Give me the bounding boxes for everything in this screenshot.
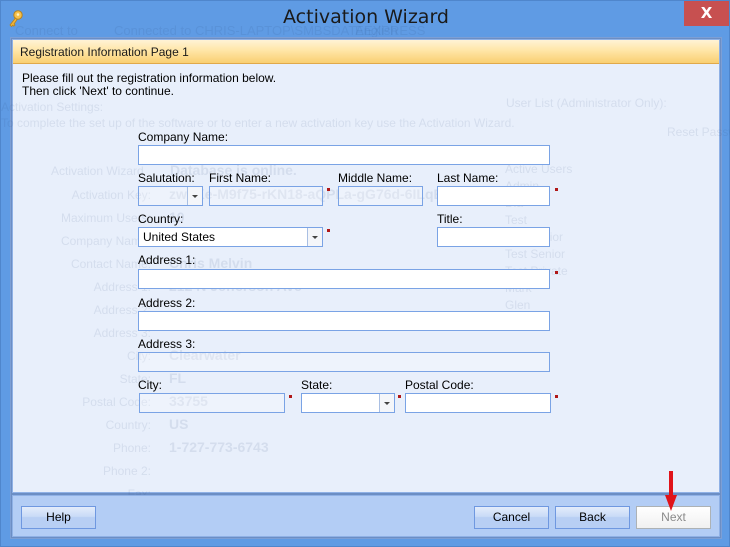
middle-name-input[interactable] [338, 186, 423, 206]
salutation-label: Salutation: [138, 171, 195, 185]
title-bar[interactable]: Connect to Connected to CHRIS-LAPTOP\SMB… [1, 1, 730, 38]
close-button[interactable]: X [684, 1, 729, 26]
wizard-footer: Help Cancel Back Next [12, 495, 720, 537]
ghost-field-value: FL [169, 370, 187, 386]
page-title: Registration Information Page 1 [20, 45, 189, 59]
state-select[interactable] [301, 393, 395, 413]
required-marker [398, 395, 401, 398]
address2-label: Address 2: [138, 296, 196, 310]
first-name-label: First Name: [209, 171, 272, 185]
ghost-wizard-button: Activation Wizard [51, 164, 144, 178]
required-marker [327, 188, 330, 191]
title-input[interactable] [437, 227, 550, 247]
company-name-label: Company Name: [138, 130, 229, 144]
address3-label: Address 3: [138, 337, 196, 351]
ghost-field-label: Phone: [112, 441, 151, 455]
wizard-content: Registration Information Page 1 Activati… [1, 39, 730, 524]
company-name-input[interactable] [138, 145, 550, 165]
country-value: United States [143, 230, 216, 244]
chevron-down-icon[interactable] [379, 394, 394, 412]
required-marker [327, 229, 330, 232]
close-icon: X [700, 4, 713, 22]
middle-name-label: Middle Name: [338, 171, 413, 185]
salutation-select[interactable] [138, 186, 203, 206]
country-select[interactable]: United States [138, 227, 323, 247]
ghost-field-value: 1-727-773-6743 [169, 439, 269, 455]
last-name-label: Last Name: [437, 171, 499, 185]
first-name-input[interactable] [209, 186, 323, 206]
required-marker [555, 271, 558, 274]
back-button[interactable]: Back [555, 506, 630, 529]
country-label: Country: [138, 212, 184, 226]
postal-code-label: Postal Code: [405, 378, 474, 392]
last-name-input[interactable] [437, 186, 550, 206]
ghost-field-label: Phone 2: [102, 464, 151, 478]
ghost-user-item: Test Senior [505, 247, 566, 261]
ghost-user-item: Test [505, 213, 528, 227]
ghost-field-label: Country: [105, 418, 151, 432]
ghost-settings-heading: Activation Settings: [1, 100, 104, 114]
help-button[interactable]: Help [21, 506, 96, 529]
title-label: Title: [437, 212, 463, 226]
address2-input[interactable] [138, 311, 550, 331]
cancel-button[interactable]: Cancel [474, 506, 549, 529]
ghost-settings-text: To complete the set up of the software o… [1, 116, 515, 130]
ghost-user-item: Glen [505, 298, 531, 312]
ghost-user-list-heading: User List (Administrator Only): [506, 96, 667, 110]
ghost-field-value: US [169, 416, 189, 432]
window-title: Activation Wizard [283, 6, 449, 28]
city-input[interactable] [139, 393, 285, 413]
instructions-line-2: Then click 'Next' to continue. [22, 84, 174, 98]
required-marker [555, 188, 558, 191]
address3-input[interactable] [138, 352, 550, 372]
required-marker [555, 395, 558, 398]
chevron-down-icon[interactable] [307, 228, 322, 246]
address1-label: Address 1: [138, 253, 196, 267]
instructions: Please fill out the registration informa… [22, 72, 276, 98]
activation-wizard-window: Connect to Connected to CHRIS-LAPTOP\SMB… [0, 0, 730, 547]
city-label: City: [138, 378, 162, 392]
postal-code-input[interactable] [405, 393, 551, 413]
address1-input[interactable] [138, 269, 550, 289]
required-marker [289, 395, 292, 398]
chevron-down-icon[interactable] [187, 187, 202, 205]
next-button[interactable]: Next [636, 506, 711, 529]
state-label: State: [301, 378, 333, 392]
page-header: Registration Information Page 1 [13, 40, 719, 64]
